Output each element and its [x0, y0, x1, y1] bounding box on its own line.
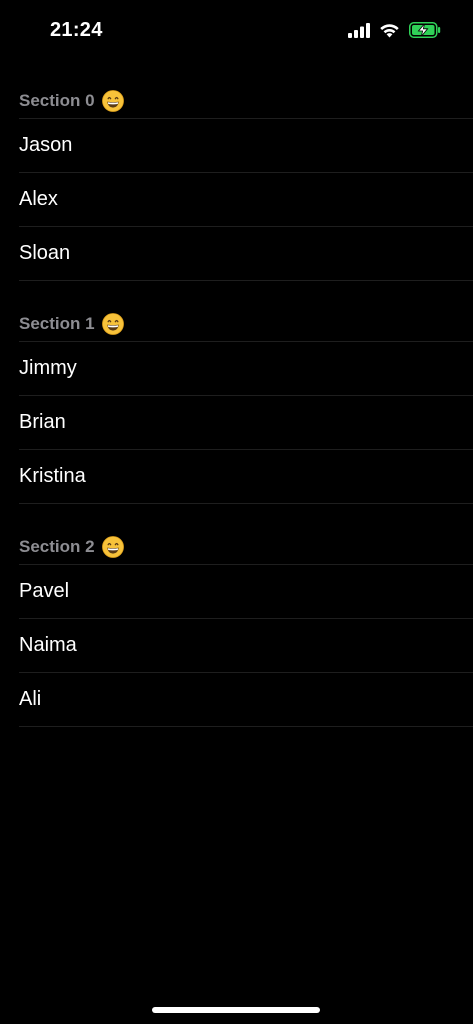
list-item-label: Brian [19, 411, 66, 433]
list-item[interactable]: Jimmy [19, 342, 473, 396]
list-item[interactable]: Naima [19, 619, 473, 673]
grinning-face-icon [101, 536, 124, 558]
section-header: Section 0 [19, 74, 473, 119]
list-item[interactable]: Kristina [19, 450, 473, 504]
list-item-label: Naima [19, 634, 77, 656]
status-bar: 21:24 [0, 0, 473, 64]
battery-charging-icon [409, 22, 441, 38]
list-item-label: Jason [19, 134, 73, 156]
section-header: Section 2 [19, 504, 473, 565]
list-item-label: Jimmy [19, 357, 77, 379]
grinning-face-icon [101, 90, 124, 112]
list-item[interactable]: Sloan [19, 227, 473, 281]
list-item-label: Sloan [19, 242, 71, 264]
wifi-icon [379, 23, 400, 38]
section-title: Section 2 [19, 537, 95, 556]
list-item-label: Ali [19, 688, 42, 710]
list-item[interactable]: Ali [19, 673, 473, 727]
cellular-signal-icon [348, 22, 370, 38]
status-time: 21:24 [50, 19, 103, 41]
section-title: Section 1 [19, 314, 95, 333]
section-title: Section 0 [19, 91, 95, 110]
section-2: Section 2 Pavel Naima Ali [0, 504, 473, 727]
home-indicator[interactable] [152, 1007, 320, 1013]
section-1: Section 1 Jimmy Brian Kristina [0, 281, 473, 504]
list-item[interactable]: Brian [19, 396, 473, 450]
list-item[interactable]: Pavel [19, 565, 473, 619]
list-item[interactable]: Jason [19, 119, 473, 173]
status-icons [348, 22, 441, 38]
grinning-face-icon [101, 313, 124, 335]
grouped-list: Section 0 Jason Alex Sloan Section 1 Jim… [0, 74, 473, 727]
section-0: Section 0 Jason Alex Sloan [0, 74, 473, 281]
list-item-label: Pavel [19, 580, 70, 602]
list-item[interactable]: Alex [19, 173, 473, 227]
list-item-label: Alex [19, 188, 58, 210]
section-header: Section 1 [19, 281, 473, 342]
list-item-label: Kristina [19, 465, 86, 487]
